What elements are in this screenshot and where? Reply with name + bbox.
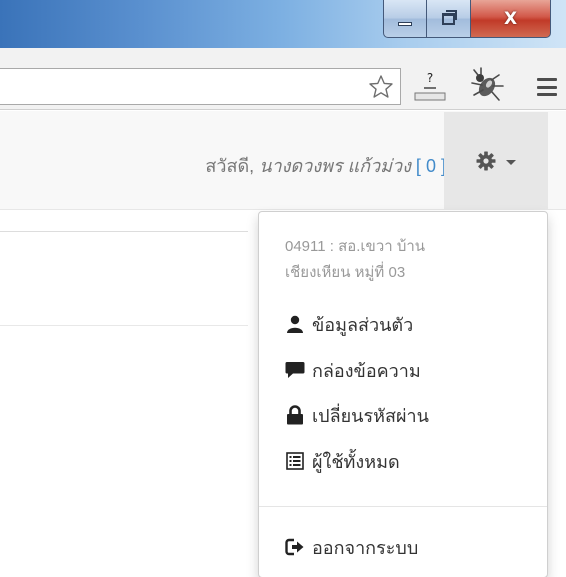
menu-item-messages[interactable]: กล่องข้อความ — [285, 355, 421, 385]
help-extension-label: ? — [427, 71, 433, 85]
window-titlebar: X — [0, 0, 566, 48]
user-greeting: สวัสดี, นางดวงพร แก้วม่วง [ 0 ] — [205, 151, 446, 180]
notification-count: 0 — [425, 156, 436, 176]
close-icon: X — [503, 8, 518, 29]
lock-icon — [285, 405, 305, 425]
hamburger-menu-icon[interactable] — [537, 78, 557, 96]
menu-item-logout[interactable]: ออกจากระบบ — [285, 532, 418, 562]
count-open-bracket: [ — [415, 156, 421, 176]
content-divider-lower — [0, 325, 248, 326]
comment-icon — [285, 360, 305, 380]
content-divider — [0, 231, 248, 232]
settings-dropdown-toggle[interactable] — [444, 112, 548, 209]
maximize-button[interactable] — [427, 0, 471, 38]
menu-item-label: ออกจากระบบ — [312, 537, 419, 558]
dropdown-header-line1: 04911 : สอ.เขวา บ้าน — [285, 238, 426, 255]
menu-item-label: ผู้ใช้ทั้งหมด — [312, 451, 400, 472]
app-navbar: สวัสดี, นางดวงพร แก้วม่วง [ 0 ] — [0, 111, 566, 210]
user-dropdown-menu: 04911 : สอ.เขวา บ้าน เชียงเหียน หมู่ที่ … — [258, 211, 548, 577]
address-bar[interactable] — [0, 68, 401, 105]
chevron-down-icon — [506, 159, 516, 165]
browser-toolbar: ? — [0, 48, 566, 110]
dropdown-divider — [259, 506, 547, 507]
user-name: นางดวงพร แก้วม่วง — [259, 156, 411, 176]
screen: X ? สวัสดี, นางดวงพร แก้วม่วง [0 04911 … — [0, 0, 566, 577]
gear-icon — [476, 151, 496, 170]
menu-item-label: เปลี่ยนรหัสผ่าน — [312, 405, 429, 426]
help-extension-icon[interactable]: ? — [412, 69, 448, 103]
close-button[interactable]: X — [471, 0, 551, 38]
user-icon — [285, 314, 305, 334]
bug-icon[interactable] — [468, 67, 506, 103]
star-icon[interactable] — [368, 74, 394, 100]
menu-item-change-password[interactable]: เปลี่ยนรหัสผ่าน — [285, 400, 429, 430]
minimize-icon — [398, 21, 412, 26]
menu-item-label: ข้อมูลส่วนตัว — [312, 314, 414, 335]
logout-icon — [285, 537, 305, 557]
menu-item-all-users[interactable]: ผู้ใช้ทั้งหมด — [285, 446, 400, 476]
maximize-icon — [442, 9, 457, 25]
notification-count-link[interactable]: [ 0 ] — [416, 156, 446, 176]
dropdown-header-line2: เชียงเหียน หมู่ที่ 03 — [285, 264, 406, 281]
dropdown-header: 04911 : สอ.เขวา บ้าน เชียงเหียน หมู่ที่ … — [285, 234, 535, 286]
greeting-prefix: สวัสดี, — [205, 156, 255, 176]
menu-item-label: กล่องข้อความ — [312, 360, 421, 381]
window-caption-buttons: X — [383, 0, 551, 38]
list-icon — [285, 451, 305, 471]
menu-item-profile[interactable]: ข้อมูลส่วนตัว — [285, 309, 413, 339]
minimize-button[interactable] — [383, 0, 427, 38]
